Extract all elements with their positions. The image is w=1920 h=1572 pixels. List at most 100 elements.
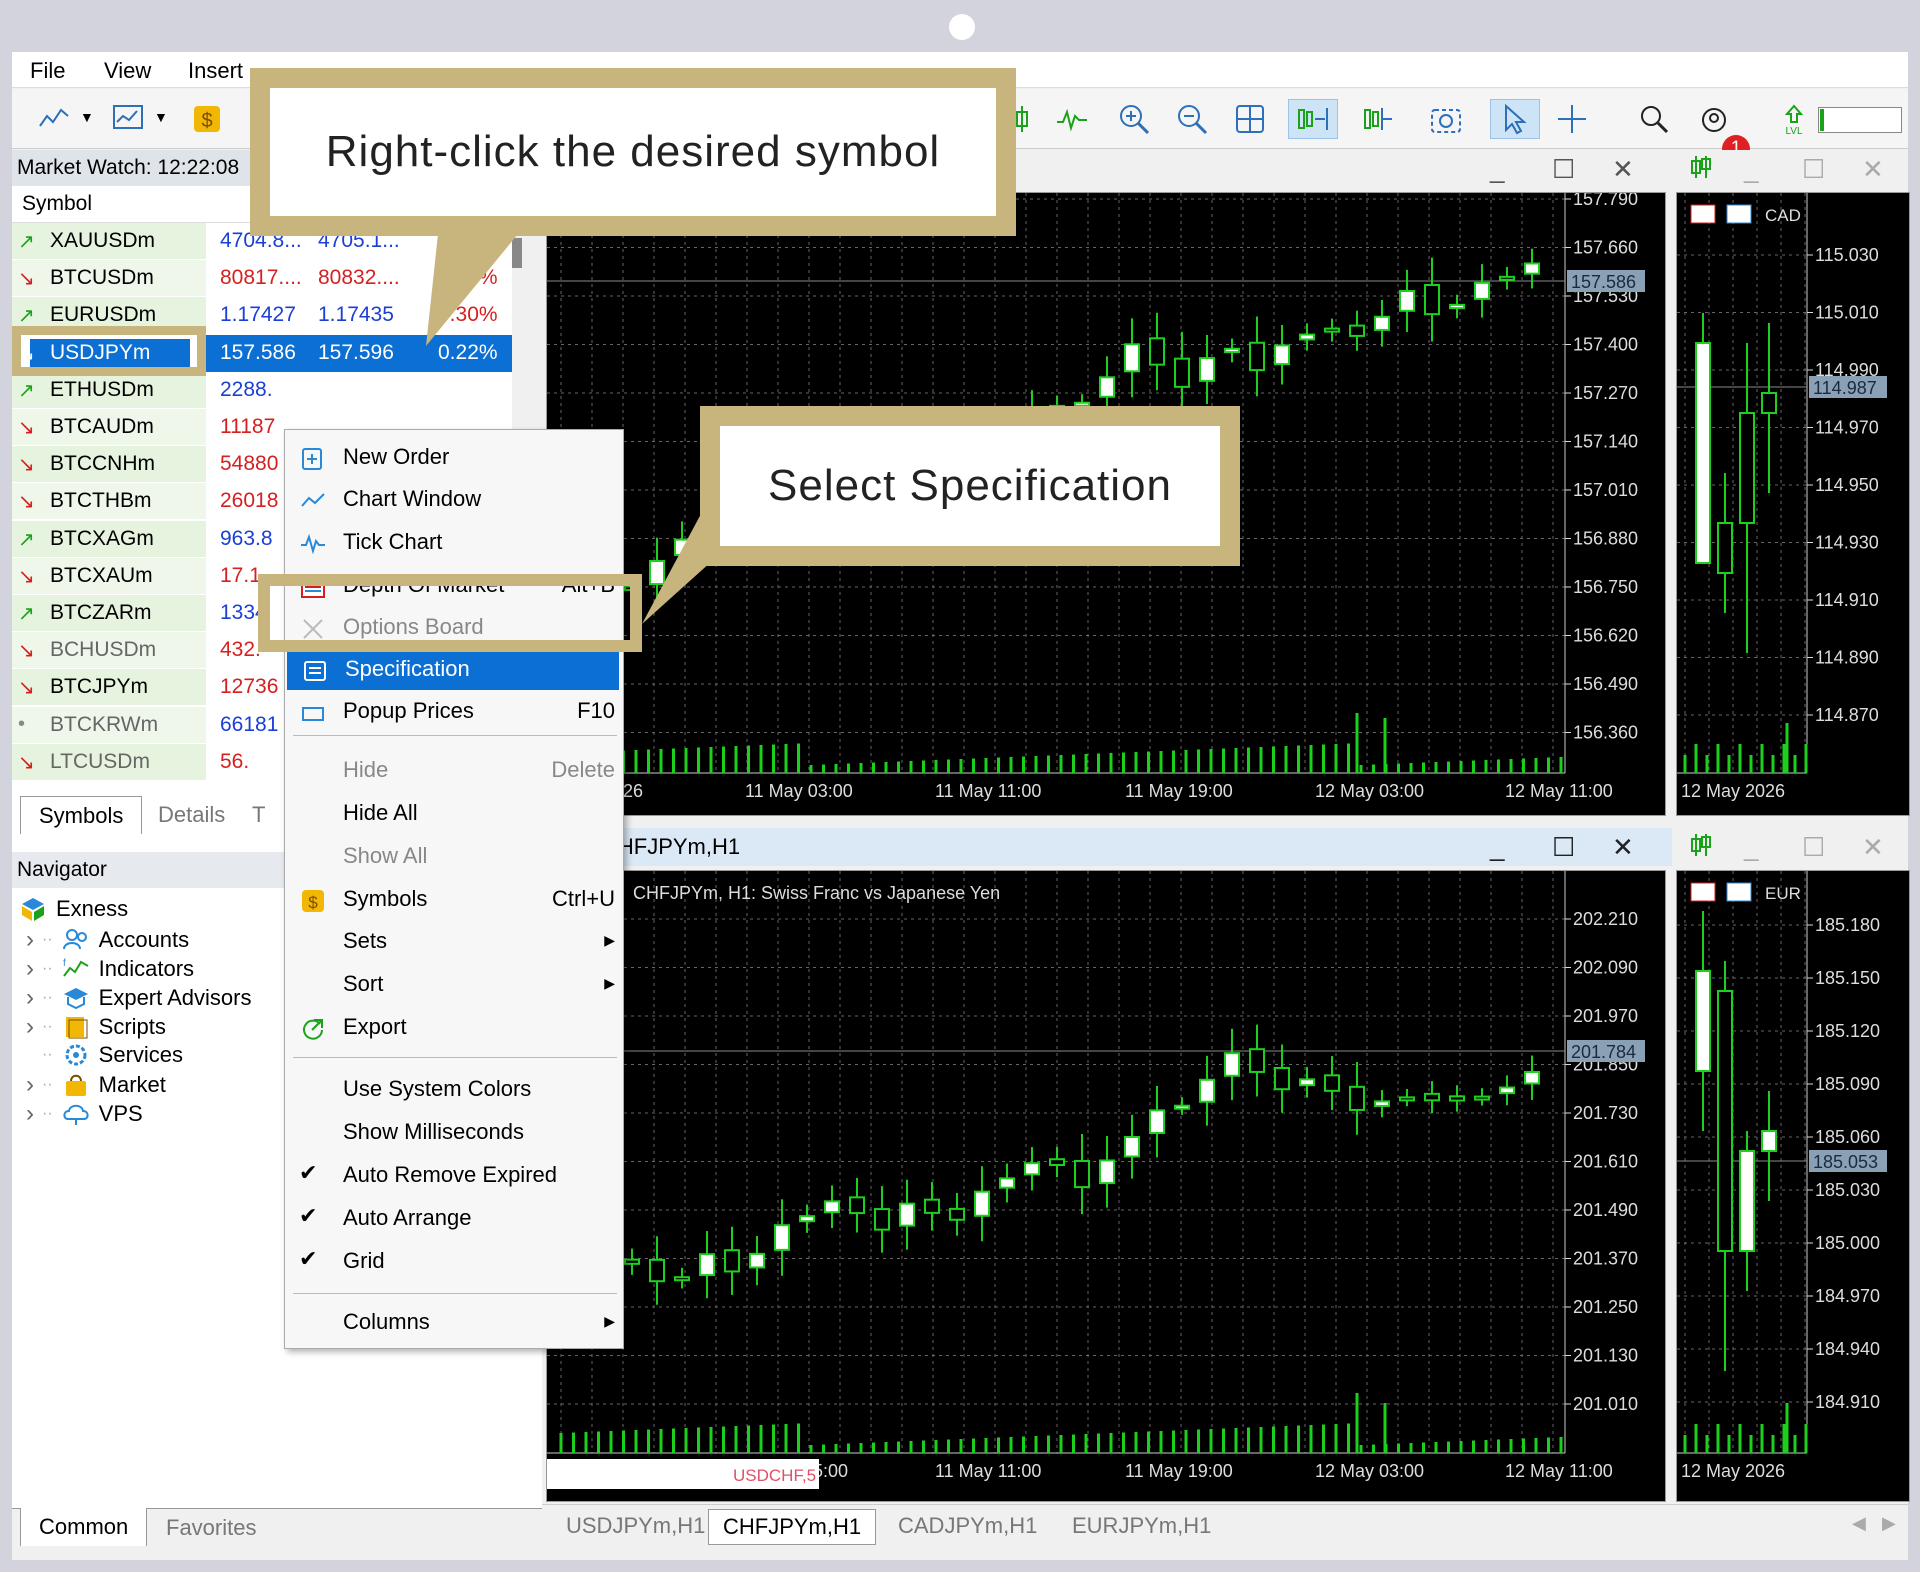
minimize-icon[interactable]: _ [1744,832,1758,863]
candle-body [1349,324,1365,337]
chevron-right-icon[interactable]: › [26,1071,38,1099]
chevron-right-icon[interactable]: › [26,955,38,983]
menu-file[interactable]: File [30,58,65,84]
menu-item-tick-chart[interactable]: Tick Chart [285,523,625,563]
dropdown-arrow-icon[interactable]: ▼ [80,109,94,125]
tab-favorites[interactable]: Favorites [148,1509,274,1547]
bid-value: 17.1 [220,563,261,587]
column-symbol-header[interactable]: Symbol [22,192,92,216]
navigator-item[interactable]: › ·· VPS [26,1100,143,1128]
arrow-down-icon: ↘ [18,417,35,439]
tab-usdjpy[interactable]: USDJPYm,H1 [552,1509,719,1543]
x-tick-label: 12 May 11:00 [1505,781,1613,801]
chevron-right-icon[interactable]: › [26,1013,38,1041]
tab-common[interactable]: Common [20,1508,148,1546]
indicator-wave-icon[interactable] [1052,99,1092,139]
candle-body [1024,1162,1040,1176]
navigator-item[interactable]: › ·· Scripts [26,1013,166,1041]
menu-item-hide[interactable]: Hide Delete [285,751,625,791]
chart-shift-icon[interactable] [1354,99,1404,139]
y-tick-label: 185.060 [1815,1127,1880,1147]
minimize-icon[interactable]: _ [1490,154,1504,185]
new-order-icon [300,446,326,472]
menu-item-sort[interactable]: Sort ▶ [285,965,625,1005]
menu-item-auto-arrange[interactable]: ✔ Auto Arrange [285,1199,625,1239]
candle-body [1695,970,1711,1072]
symbol-name: BTCTHBm [50,489,152,513]
menu-item-grid[interactable]: ✔ Grid [285,1242,625,1282]
menu-insert[interactable]: Insert [188,58,243,84]
candle-body [1761,392,1777,414]
menu-item-chart-window[interactable]: Chart Window [285,480,625,520]
chart-symbol-tag: EUR [1765,884,1801,903]
autoscroll-icon[interactable] [1288,99,1338,139]
tab-scroll-right-icon[interactable]: ▶ [1882,1513,1896,1534]
minimize-icon[interactable]: _ [1744,154,1758,185]
y-tick-label: 184.910 [1815,1392,1880,1412]
menu-item-new-order[interactable]: New Order [285,438,625,478]
close-icon[interactable]: ✕ [1612,832,1634,863]
zoom-in-icon[interactable] [1114,99,1154,139]
menu-item-symbols[interactable]: $ Symbols Ctrl+U [285,880,625,920]
navigator-item[interactable]: › ·· f Indicators [26,955,194,983]
navigator-item[interactable]: ·· Services [26,1042,183,1068]
zoom-out-icon[interactable] [1172,99,1212,139]
menu-item-export[interactable]: Export [285,1008,625,1048]
navigator-item[interactable]: › ·· Expert Advisors [26,984,252,1012]
menu-item-show-all[interactable]: Show All [285,837,625,877]
maximize-icon[interactable]: ☐ [1552,154,1575,185]
crosshair-icon[interactable] [1552,99,1592,139]
menu-view[interactable]: View [104,58,151,84]
eurjpy-chart[interactable]: 185.180 185.150 185.120 185.090 185.060 185.0… [1676,870,1910,1502]
navigator-root[interactable]: Exness [20,896,128,922]
search-icon[interactable] [1634,99,1674,139]
menu-item-label: Export [343,1014,407,1039]
cadjpy-chart[interactable]: 115.030 115.010 114.990 114.970 114.950 114.9… [1676,192,1910,816]
chevron-right-icon[interactable]: › [26,926,38,954]
menu-item-auto-remove-expired[interactable]: ✔ Auto Remove Expired [285,1156,625,1196]
tab-eurjpy[interactable]: EURJPYm,H1 [1058,1509,1225,1543]
tab-chfjpy[interactable]: CHFJPYm,H1 [708,1509,877,1545]
menu-item-use-system-colors[interactable]: Use System Colors [285,1070,625,1110]
tile-windows-icon[interactable] [1230,99,1270,139]
community-icon[interactable] [1696,99,1736,139]
tab-cadjpy[interactable]: CADJPYm,H1 [884,1509,1051,1543]
line-chart-icon[interactable] [34,99,74,139]
symbols-dollar-icon[interactable]: $ [187,99,227,139]
close-icon[interactable]: ✕ [1862,832,1884,863]
market-watch-row[interactable]: ↗ ETHUSDm 2288. [12,371,512,409]
chfjpy-chart[interactable]: 202.210 202.090 201.970 201.850 201.730 201.6… [546,870,1666,1502]
chevron-right-icon[interactable]: › [26,1100,38,1128]
tab-scroll-left-icon[interactable]: ◀ [1852,1513,1866,1534]
navigator-item[interactable]: › ·· Accounts [26,926,189,954]
menu-item-columns[interactable]: Columns ▶ [285,1303,625,1343]
screenshot-icon[interactable] [1426,99,1466,139]
menu-item-label: Specification [345,656,470,681]
menu-item-sets[interactable]: Sets ▶ [285,922,625,962]
menu-item-show-milliseconds[interactable]: Show Milliseconds [285,1113,625,1153]
tab-trading[interactable]: T [244,796,283,834]
tab-details[interactable]: Details [140,796,243,834]
maximize-icon[interactable]: ☐ [1802,154,1825,185]
tab-symbols[interactable]: Symbols [20,796,143,834]
close-icon[interactable]: ✕ [1862,154,1884,185]
x-tick-label: 11 May 03:00 [745,781,853,801]
menu-item-specification[interactable]: Specification [287,650,619,690]
popup-prices-icon [300,700,326,726]
chevron-right-icon[interactable]: › [26,984,38,1012]
maximize-icon[interactable]: ☐ [1552,832,1575,863]
cursor-icon[interactable] [1490,99,1540,139]
menu-item-popup-prices[interactable]: Popup Prices F10 [285,692,625,732]
close-icon[interactable]: ✕ [1612,154,1634,185]
level-meter [1818,107,1902,133]
maximize-icon[interactable]: ☐ [1802,832,1825,863]
navigator-item-label: Services [98,1042,184,1067]
chart-templates-icon[interactable] [108,99,148,139]
dropdown-arrow-icon[interactable]: ▼ [154,109,168,125]
navigator-item[interactable]: › ·· Market [26,1071,166,1099]
minimize-icon[interactable]: _ [1490,832,1504,863]
vps-level-icon[interactable]: LVL [1774,99,1814,139]
menu-item-hide-all[interactable]: Hide All [285,794,625,834]
tree-connector: ·· [42,1046,53,1063]
camera-dot [949,14,975,40]
